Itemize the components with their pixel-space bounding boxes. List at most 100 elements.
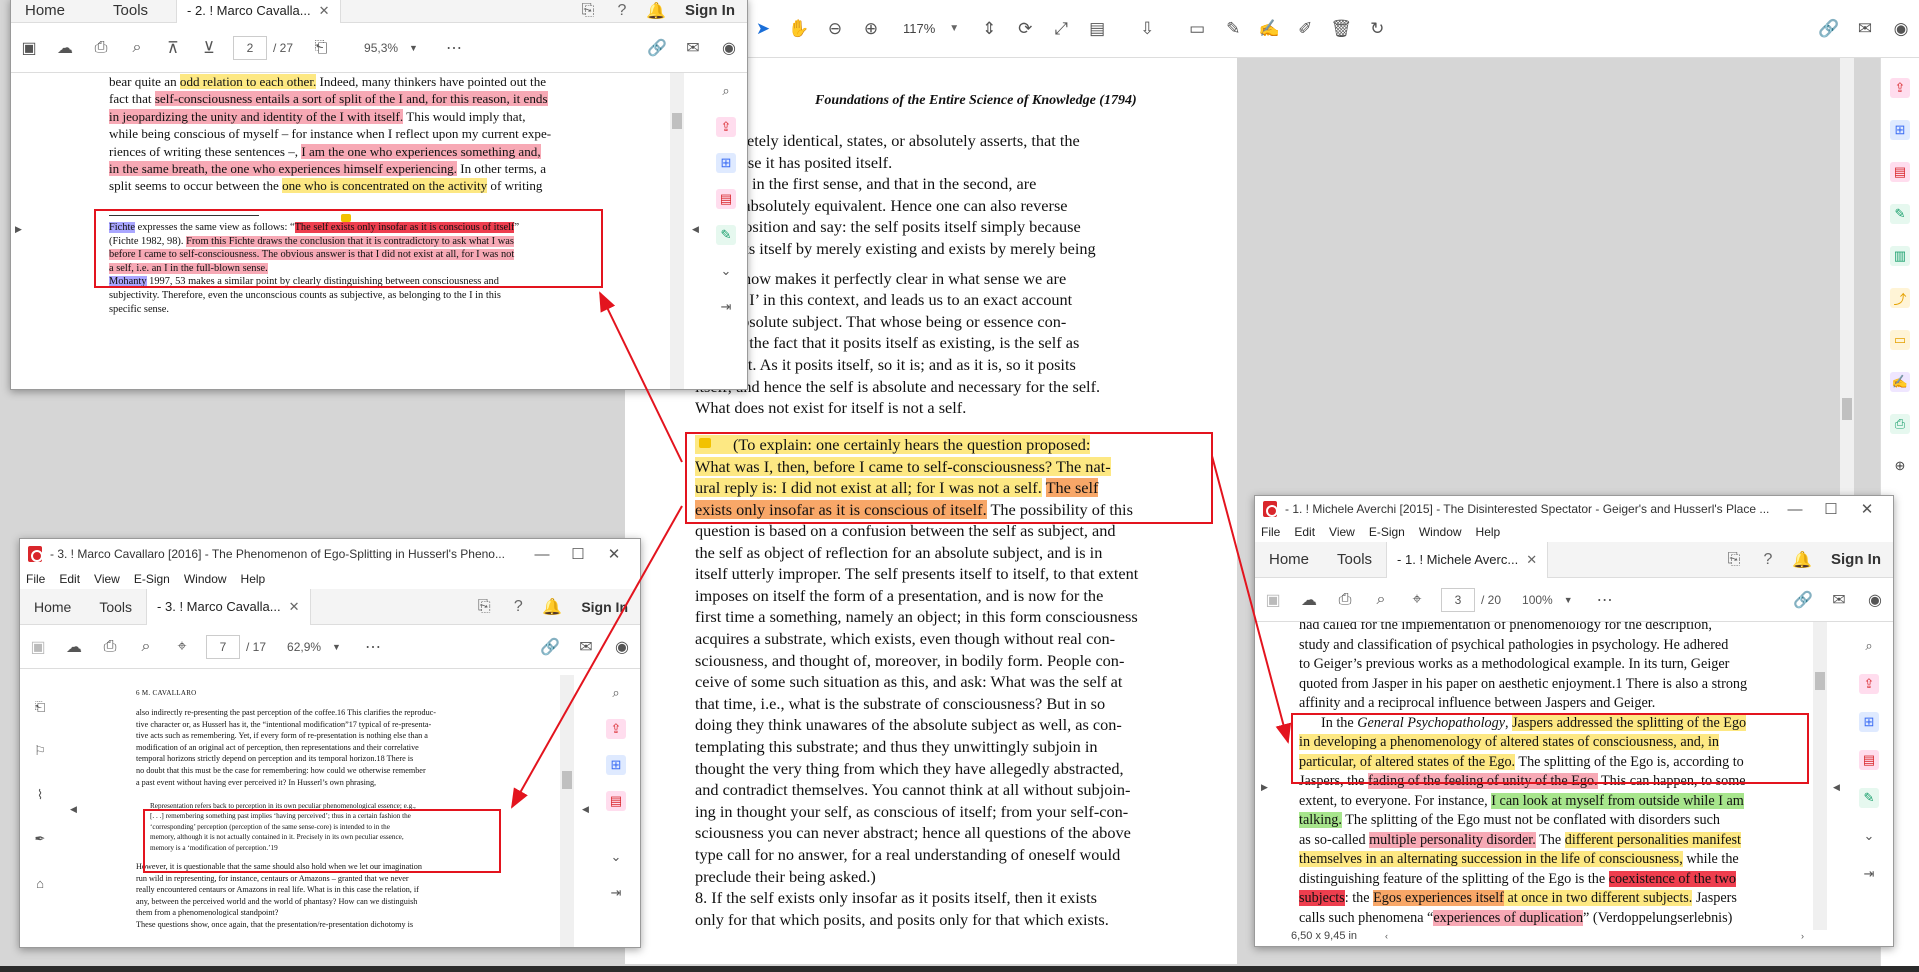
right-collapse-arrow[interactable]: ◀ (582, 804, 589, 815)
fill-sign-icon[interactable]: ✐ (1287, 19, 1323, 39)
upload-icon[interactable]: ☁ (47, 38, 83, 58)
full-screen-icon[interactable]: ⤢ (1043, 19, 1079, 39)
redo-icon[interactable]: ↻ (1359, 19, 1395, 39)
tab-document[interactable]: - 2. ! Marco Cavalla... ✕ (176, 0, 341, 23)
tab-document[interactable]: - 1. ! Michele Averc... ✕ (1386, 541, 1549, 578)
scan-icon[interactable]: ⎙ (1890, 414, 1910, 434)
bookmark-icon[interactable]: ⚐ (30, 741, 50, 761)
comment-panel-icon[interactable]: ▭ (1890, 330, 1910, 350)
create-pdf-icon[interactable]: ⊞ (606, 755, 626, 775)
create-pdf-icon[interactable]: ⊞ (716, 153, 736, 173)
main-scroll-thumb[interactable] (1842, 398, 1852, 420)
save-icon[interactable]: ▣ (1255, 590, 1291, 610)
sign-in-button[interactable]: Sign In (673, 2, 747, 19)
tab-home[interactable]: Home (1255, 551, 1323, 568)
collapse-panel-icon[interactable]: ⇥ (716, 297, 736, 317)
left-collapse-arrow[interactable]: ◀ (70, 804, 77, 815)
scroll-right-arrow[interactable]: › (1801, 931, 1804, 941)
close-tab-icon[interactable]: ✕ (319, 3, 330, 19)
export-pdf-icon[interactable]: ⇪ (716, 117, 736, 137)
search-icon[interactable]: ⌕ (128, 638, 164, 656)
menu-edit[interactable]: Edit (1294, 525, 1315, 539)
share-icon[interactable]: ⎘ (571, 2, 605, 20)
combine-files-icon[interactable]: ▥ (1890, 246, 1910, 266)
more-icon[interactable]: ⋯ (355, 637, 391, 657)
tab-tools[interactable]: Tools (99, 2, 162, 19)
tab-document[interactable]: - 3. ! Marco Cavalla... ✕ (146, 588, 311, 625)
window2-scrollbar[interactable] (670, 73, 684, 389)
more-tools-icon[interactable]: ⊕ (1890, 456, 1910, 476)
chevron-down-icon[interactable]: ⌄ (1859, 826, 1879, 846)
menu-edit[interactable]: Edit (59, 572, 80, 586)
save-icon[interactable]: ▣ (20, 637, 56, 657)
zoom-dropdown-icon[interactable]: ▼ (949, 23, 959, 34)
menu-esign[interactable]: E-Sign (1369, 525, 1405, 539)
zoom-in-icon[interactable]: ⊕ (853, 19, 889, 39)
email-icon[interactable]: ✉ (675, 38, 711, 58)
link-icon[interactable]: 🔗 (1785, 590, 1821, 610)
menu-file[interactable]: File (26, 572, 45, 586)
window3-scrollbar[interactable] (560, 675, 574, 947)
close-tab-icon[interactable]: ✕ (1526, 552, 1537, 568)
tab-home[interactable]: Home (20, 599, 85, 615)
link-icon[interactable]: 🔗 (639, 38, 675, 58)
email-icon[interactable]: ✉ (568, 637, 604, 657)
select-icon[interactable]: ⌖ (164, 638, 200, 656)
chevron-down-icon[interactable]: ⌄ (606, 847, 626, 867)
email-icon[interactable]: ✉ (1847, 19, 1883, 39)
prev-page-icon[interactable]: ⊼ (155, 38, 191, 58)
bell-icon[interactable]: 🔔 (639, 1, 673, 21)
edit-pdf-icon[interactable]: ✎ (1890, 204, 1910, 224)
export-pdf-icon[interactable]: ⇪ (1890, 78, 1910, 98)
scroll-thumb[interactable] (672, 113, 682, 129)
edit-pdf-icon[interactable]: ✎ (716, 225, 736, 245)
help-icon[interactable]: ? (605, 2, 639, 20)
organize-pages-icon[interactable]: ▤ (1859, 750, 1879, 770)
help-icon[interactable]: ? (501, 598, 535, 616)
sign-icon[interactable]: ✍ (1251, 19, 1287, 39)
email-icon[interactable]: ✉ (1821, 590, 1857, 610)
page-thumbnails-icon[interactable]: ⎗ (30, 697, 50, 717)
zoom-panel-icon[interactable]: ⌕ (716, 81, 736, 101)
menu-help[interactable]: Help (1476, 525, 1501, 539)
account-icon[interactable]: ◉ (1883, 19, 1919, 39)
menu-window[interactable]: Window (1419, 525, 1462, 539)
export-pdf-icon[interactable]: ⇪ (606, 719, 626, 739)
right-collapse-arrow[interactable]: ◀ (692, 224, 699, 235)
menu-view[interactable]: View (94, 572, 120, 586)
search-icon[interactable]: ⌕ (119, 39, 155, 57)
export-icon[interactable]: ⤴ (1890, 288, 1910, 308)
bell-icon[interactable]: 🔔 (1785, 550, 1819, 570)
menu-window[interactable]: Window (184, 572, 227, 586)
upload-icon[interactable]: ☁ (56, 637, 92, 657)
tab-tools[interactable]: Tools (1323, 551, 1386, 568)
zoom-panel-icon[interactable]: ⌕ (606, 683, 626, 703)
zoom-level[interactable]: 117% (889, 21, 949, 36)
collapse-panel-icon[interactable]: ⇥ (1859, 864, 1879, 884)
share-icon[interactable]: ⎘ (1717, 551, 1751, 569)
tag-icon[interactable]: ⌂ (30, 873, 50, 893)
export-pdf-icon[interactable]: ⇪ (1859, 674, 1879, 694)
link-icon[interactable]: 🔗 (532, 637, 568, 657)
zoom-panel-icon[interactable]: ⌕ (1859, 636, 1879, 656)
select-icon[interactable]: ⌖ (1399, 591, 1435, 609)
maximize-icon[interactable]: ☐ (560, 545, 596, 563)
close-window-icon[interactable]: ✕ (596, 545, 632, 563)
page-number-input[interactable]: 7 (206, 634, 240, 659)
menu-help[interactable]: Help (241, 572, 266, 586)
zoom-out-icon[interactable]: ⊖ (817, 19, 853, 39)
page-number-input[interactable]: 3 (1441, 587, 1475, 612)
print-icon[interactable]: ⎙ (83, 39, 119, 57)
page-thumbnail-icon[interactable]: ⎗ (303, 39, 339, 57)
organize-pages-icon[interactable]: ▤ (1890, 162, 1910, 182)
organize-pages-icon[interactable]: ▤ (606, 791, 626, 811)
tab-tools[interactable]: Tools (85, 599, 146, 615)
create-pdf-icon[interactable]: ⊞ (1859, 712, 1879, 732)
zoom-dropdown-icon[interactable]: ▼ (1564, 595, 1573, 605)
signature-icon[interactable]: ✒ (30, 829, 50, 849)
delete-icon[interactable]: 🗑 (1323, 19, 1359, 39)
maximize-icon[interactable]: ☐ (1813, 500, 1849, 518)
sign-in-button[interactable]: Sign In (1819, 551, 1893, 568)
scroll-mode-icon[interactable]: ▤ (1079, 19, 1115, 39)
comment-note-icon[interactable] (699, 438, 711, 448)
